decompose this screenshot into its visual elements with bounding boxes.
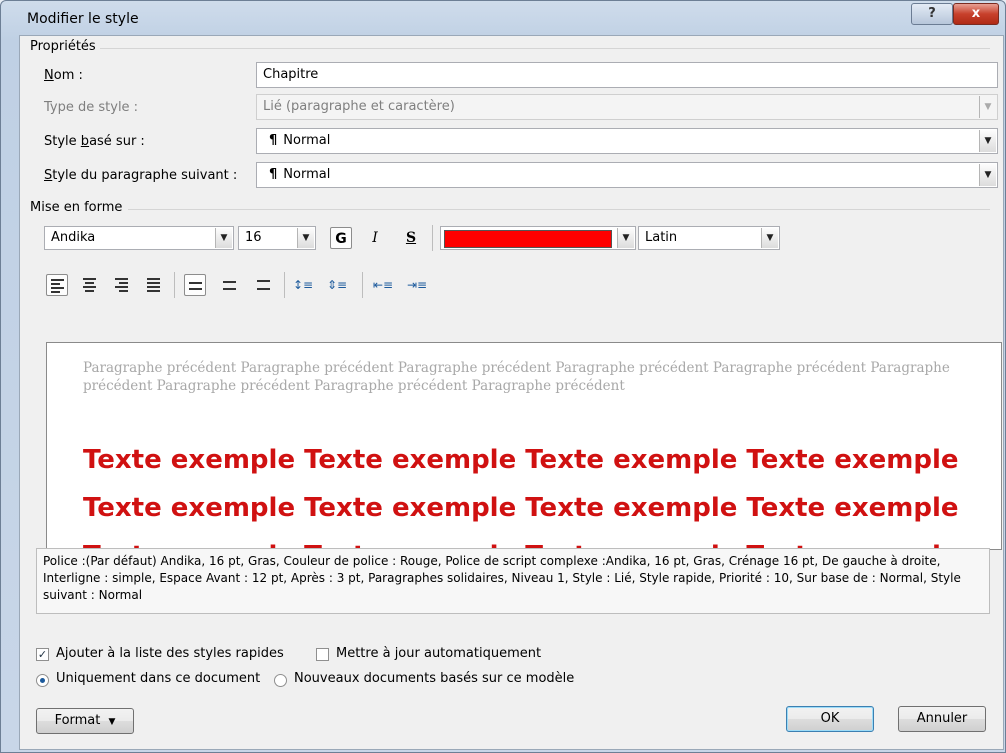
only-this-document-label[interactable]: Uniquement dans ce document	[56, 671, 260, 686]
help-button[interactable]: ?	[911, 3, 953, 25]
title-bar[interactable]: Modifier le style ? x	[1, 1, 1005, 35]
cancel-button[interactable]: Annuler	[898, 706, 986, 732]
new-documents-label[interactable]: Nouveaux documents basés sur ce modèle	[294, 671, 574, 686]
dialog-title: Modifier le style	[27, 11, 139, 27]
style-description: Police :(Par défaut) Andika, 16 pt, Gras…	[36, 548, 990, 614]
add-quick-styles-checkbox[interactable]: ✓	[36, 648, 49, 661]
chevron-down-icon[interactable]: ▼	[617, 228, 634, 248]
based-on-label: Style basé sur :	[44, 134, 145, 149]
single-spacing-icon[interactable]	[184, 274, 206, 296]
toolbar-separator	[362, 272, 363, 298]
style-type-combo: Lié (paragraphe et caractère) ▼	[256, 94, 998, 120]
chevron-down-icon[interactable]: ▼	[979, 130, 996, 152]
style-type-label: Type de style :	[44, 100, 139, 115]
chevron-down-icon: ▼	[108, 717, 116, 727]
chevron-down-icon[interactable]: ▼	[215, 228, 232, 248]
next-style-label: Style du paragraphe suivant :	[44, 168, 238, 183]
justify-icon[interactable]	[142, 274, 164, 296]
double-spacing-icon[interactable]	[252, 274, 274, 296]
align-center-icon[interactable]	[78, 274, 100, 296]
font-color-combo[interactable]: ▼	[440, 226, 636, 250]
font-combo[interactable]: Andika ▼	[44, 226, 234, 250]
toolbar-separator	[284, 272, 285, 298]
properties-divider	[100, 48, 990, 49]
font-value: Andika	[51, 230, 96, 245]
only-this-document-radio[interactable]	[36, 674, 49, 687]
modify-style-dialog: Modifier le style ? x Propriétés Nom : C…	[0, 0, 1006, 753]
next-style-value: Normal	[283, 167, 331, 182]
add-quick-styles-label[interactable]: Ajouter à la liste des styles rapides	[56, 646, 284, 661]
chevron-down-icon[interactable]: ▼	[297, 228, 314, 248]
based-on-value: Normal	[283, 133, 331, 148]
auto-update-label[interactable]: Mettre à jour automatiquement	[336, 646, 541, 661]
style-preview: Paragraphe précédent Paragraphe précéden…	[46, 342, 1002, 550]
italic-button[interactable]: I	[364, 227, 386, 249]
format-button-label: Format	[54, 713, 101, 728]
chevron-down-icon[interactable]: ▼	[979, 164, 996, 186]
formatting-divider	[128, 209, 990, 210]
new-documents-radio[interactable]	[274, 674, 287, 687]
underline-button[interactable]: S	[400, 227, 422, 249]
bold-button[interactable]: G	[330, 227, 352, 249]
previous-paragraph-text: Paragraphe précédent Paragraphe précéden…	[83, 360, 950, 394]
script-value: Latin	[645, 230, 678, 245]
next-style-combo[interactable]: ¶ Normal ▼	[256, 162, 998, 188]
close-button[interactable]: x	[953, 3, 999, 25]
format-menu-button[interactable]: Format ▼	[36, 708, 134, 734]
name-label: Nom :	[44, 68, 83, 83]
style-type-value: Lié (paragraphe et caractère)	[263, 99, 455, 114]
ok-button[interactable]: OK	[786, 706, 874, 732]
decrease-indent-icon[interactable]: ⇤≡	[372, 274, 394, 296]
sample-text: Texte exemple Texte exemple Texte exempl…	[83, 445, 959, 549]
increase-paragraph-spacing-icon[interactable]: ↕≡	[292, 274, 314, 296]
paragraph-mark-icon: ¶	[269, 167, 278, 182]
auto-update-checkbox[interactable]	[316, 648, 329, 661]
increase-indent-icon[interactable]: ⇥≡	[406, 274, 428, 296]
toolbar-separator	[174, 272, 175, 298]
align-right-icon[interactable]	[110, 274, 132, 296]
properties-section-label: Propriétés	[30, 39, 96, 54]
chevron-down-icon[interactable]: ▼	[761, 228, 778, 248]
dialog-content: Propriétés Nom : Chapitre Type de style …	[19, 35, 1004, 750]
font-size-value: 16	[245, 230, 262, 245]
one-half-spacing-icon[interactable]	[218, 274, 240, 296]
align-left-icon[interactable]	[46, 274, 68, 296]
based-on-combo[interactable]: ¶ Normal ▼	[256, 128, 998, 154]
chevron-down-icon: ▼	[979, 96, 996, 118]
paragraph-mark-icon: ¶	[269, 133, 278, 148]
decrease-paragraph-spacing-icon[interactable]: ⇕≡	[326, 274, 348, 296]
formatting-section-label: Mise en forme	[30, 200, 123, 215]
toolbar-separator	[432, 225, 433, 251]
font-color-swatch	[444, 230, 612, 248]
script-combo[interactable]: Latin ▼	[638, 226, 780, 250]
name-input[interactable]: Chapitre	[256, 62, 998, 88]
font-size-combo[interactable]: 16 ▼	[238, 226, 316, 250]
